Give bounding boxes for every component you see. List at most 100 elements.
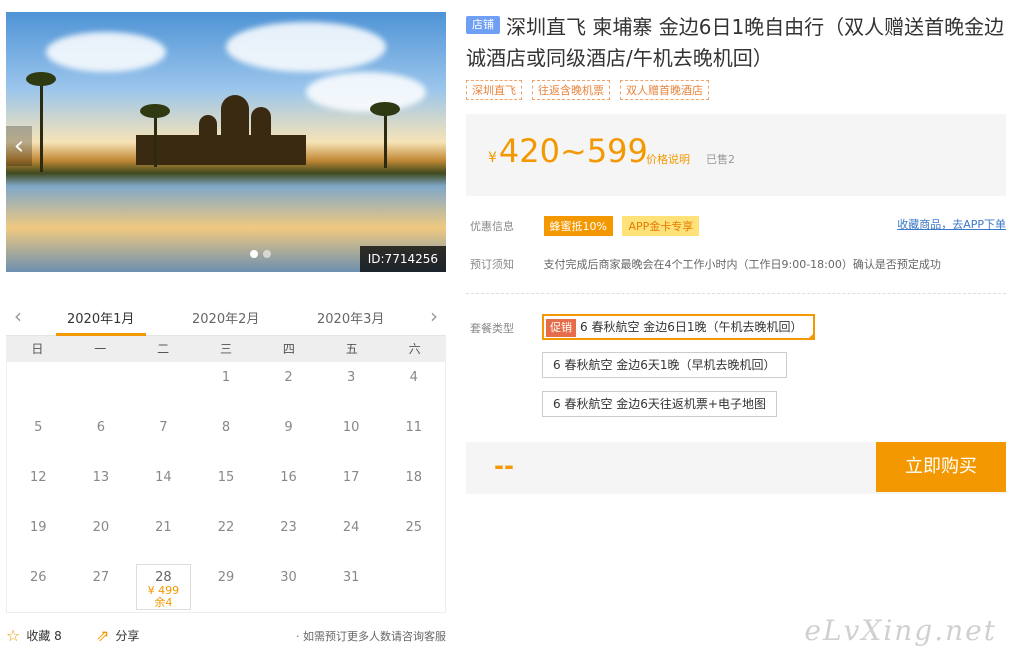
favorite-button[interactable]: ☆ 收藏 8 bbox=[6, 626, 62, 645]
photo-palm bbox=[140, 104, 170, 118]
calendar-day: 4 bbox=[382, 362, 445, 412]
calendar-day: 2 bbox=[257, 362, 320, 412]
day-number: 10 bbox=[342, 420, 360, 435]
package-option-label: 6 春秋航空 金边6天往返机票+电子地图 bbox=[553, 397, 766, 411]
calendar-footer: ☆ 收藏 8 ⇗ 分享 · 如需预订更多人数请咨询客服 bbox=[6, 626, 446, 646]
honey-discount-badge: 蜂蜜抵10% bbox=[543, 216, 613, 236]
share-button[interactable]: ⇗ 分享 bbox=[96, 626, 139, 645]
package-option-label: 6 春秋航空 金边6日1晚（午机去晚机回） bbox=[580, 320, 803, 334]
calendar-day: 22 bbox=[195, 512, 258, 562]
day-number: 3 bbox=[346, 370, 356, 385]
calendar-day: 27 bbox=[70, 562, 133, 612]
weekday-label: 六 bbox=[408, 342, 421, 356]
calendar-month-tab[interactable]: 2020年3月 bbox=[317, 308, 384, 327]
day-number: 14 bbox=[155, 470, 172, 485]
product-photo[interactable]: ‹ › ID:7714256 bbox=[6, 12, 446, 272]
calendar-day: 20 bbox=[70, 512, 133, 562]
calendar-day: 26 bbox=[7, 562, 70, 612]
sold-count: 已售2 bbox=[706, 153, 735, 166]
package-option[interactable]: 6 春秋航空 金边6天1晚（早机去晚机回） bbox=[542, 352, 787, 378]
price-box: ¥420~599 价格说明 已售2 bbox=[466, 114, 1006, 196]
calendar-day: 10 bbox=[320, 412, 383, 462]
calendar-day: 19 bbox=[7, 512, 70, 562]
product-tag: 往返含晚机票 bbox=[532, 80, 610, 100]
favorite-label: 收藏 8 bbox=[26, 629, 62, 643]
weekday-label: 四 bbox=[282, 342, 295, 356]
photo-cloud bbox=[306, 72, 426, 112]
calendar-day: 31 bbox=[320, 562, 383, 612]
share-icon: ⇗ bbox=[96, 626, 110, 645]
calendar-day: 8 bbox=[195, 412, 258, 462]
calendar-day: 12 bbox=[7, 462, 70, 512]
photo-cloud bbox=[46, 32, 166, 72]
app-gold-card-badge: APP金卡专享 bbox=[622, 216, 700, 236]
photo-pager bbox=[250, 250, 271, 258]
day-number: 15 bbox=[217, 470, 235, 485]
calendar-day: 25 bbox=[382, 512, 445, 562]
calendar-day: 30 bbox=[257, 562, 320, 612]
day-number: 16 bbox=[280, 470, 297, 485]
day-number: 6 bbox=[96, 420, 105, 435]
weekday-label: 日 bbox=[31, 342, 44, 356]
day-number: 1 bbox=[221, 370, 231, 385]
collect-app-link[interactable]: 收藏商品，去APP下单 bbox=[897, 216, 1006, 232]
shop-badge[interactable]: 店铺 bbox=[466, 16, 500, 34]
site-watermark: eLvXing.net bbox=[804, 614, 997, 647]
day-number: 17 bbox=[342, 470, 360, 485]
product-title: 深圳直飞 柬埔寨 金边6日1晚自由行（双人赠送首晚金边诚酒店或同级酒店/午机去晚… bbox=[466, 15, 1005, 70]
booking-tip: · 如需预订更多人数请咨询客服 bbox=[296, 630, 446, 643]
calendar-empty-cell bbox=[132, 362, 195, 412]
calendar-month-tab[interactable]: 2020年1月 bbox=[67, 308, 134, 327]
day-number: 22 bbox=[217, 520, 235, 535]
calendar-day: 7 bbox=[132, 412, 195, 462]
notice-row: 预订须知 支付完成后商家最晚会在4个工作小时内（工作日9:00-18:00）确认… bbox=[470, 256, 941, 272]
pager-dot[interactable] bbox=[250, 250, 258, 258]
calendar-next-icon[interactable]: › bbox=[430, 304, 438, 328]
calendar-day: 1 bbox=[195, 362, 258, 412]
package-label: 套餐类型 bbox=[470, 322, 514, 335]
photo-palm bbox=[26, 72, 56, 86]
product-tag: 深圳直飞 bbox=[466, 80, 522, 100]
buy-now-button[interactable]: 立即购买 bbox=[876, 442, 1006, 492]
price-explain-link[interactable]: 价格说明 bbox=[646, 151, 690, 167]
photo-palm bbox=[370, 102, 400, 116]
calendar-day: 23 bbox=[257, 512, 320, 562]
pager-dot[interactable] bbox=[263, 250, 271, 258]
calendar-day: 6 bbox=[70, 412, 133, 462]
day-number: 7 bbox=[159, 420, 168, 435]
divider bbox=[466, 293, 1006, 294]
day-number: 19 bbox=[30, 520, 47, 535]
photo-prev-arrow[interactable]: ‹ bbox=[6, 126, 32, 166]
promo-badge: 促销 bbox=[546, 319, 576, 337]
day-number: 5 bbox=[34, 420, 43, 435]
calendar-day: 14 bbox=[132, 462, 195, 512]
day-number: 30 bbox=[280, 570, 297, 585]
calendar-prev-icon[interactable]: ‹ bbox=[14, 304, 22, 328]
currency-symbol: ¥ bbox=[488, 150, 497, 166]
calendar-day-available[interactable]: 28 ¥ 499 余4 bbox=[136, 564, 191, 610]
calendar-day: 24 bbox=[320, 512, 383, 562]
calendar-day: 18 bbox=[382, 462, 445, 512]
active-month-underline bbox=[56, 333, 146, 336]
day-number: 21 bbox=[155, 520, 172, 535]
total-price: -- bbox=[494, 452, 514, 480]
package-option[interactable]: 6 春秋航空 金边6天往返机票+电子地图 bbox=[542, 391, 777, 417]
day-number: 20 bbox=[92, 520, 110, 535]
calendar-month-bar: ‹ 2020年1月 2020年2月 2020年3月 › bbox=[6, 300, 446, 336]
product-tag: 双人赠首晚酒店 bbox=[620, 80, 709, 100]
calendar-empty-cell bbox=[382, 562, 445, 612]
photo-cloud bbox=[226, 22, 386, 72]
weekday-label: 五 bbox=[345, 342, 358, 356]
calendar-month-tab[interactable]: 2020年2月 bbox=[192, 308, 259, 327]
title-row: 店铺 深圳直飞 柬埔寨 金边6日1晚自由行（双人赠送首晚金边诚酒店或同级酒店/午机… bbox=[466, 12, 1006, 74]
day-number: 8 bbox=[221, 420, 231, 435]
day-number: 24 bbox=[342, 520, 360, 535]
package-option[interactable]: 促销 6 春秋航空 金边6日1晚（午机去晚机回） bbox=[542, 314, 815, 340]
product-detail: 店铺 深圳直飞 柬埔寨 金边6日1晚自由行（双人赠送首晚金边诚酒店或同级酒店/午机… bbox=[466, 12, 1006, 494]
calendar-day: 21 bbox=[132, 512, 195, 562]
day-number: 4 bbox=[409, 370, 418, 385]
day-number: 11 bbox=[405, 420, 422, 435]
price-range: ¥420~599 bbox=[488, 132, 648, 170]
product-tags: 深圳直飞 往返含晚机票 双人赠首晚酒店 bbox=[466, 80, 1006, 100]
photo-palm bbox=[154, 112, 157, 167]
